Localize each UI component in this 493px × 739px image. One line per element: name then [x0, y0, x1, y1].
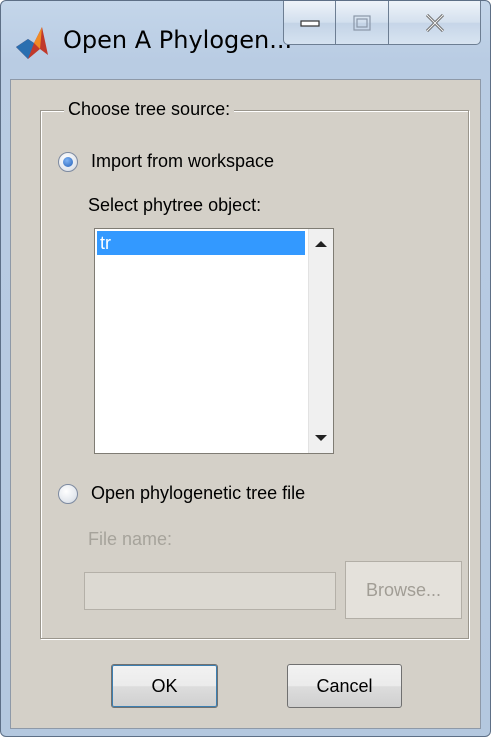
file-name-field[interactable] — [84, 572, 336, 610]
ok-button[interactable]: OK — [111, 664, 218, 708]
cancel-button[interactable]: Cancel — [287, 664, 402, 708]
list-item[interactable]: tr — [97, 231, 305, 255]
close-icon — [425, 13, 444, 32]
select-phytree-label: Select phytree object: — [88, 195, 262, 215]
title-bar[interactable]: Open A Phylogen... — [1, 1, 490, 79]
listbox-scrollbar[interactable] — [308, 229, 333, 453]
browse-button[interactable]: Browse... — [345, 561, 462, 619]
dialog-content: Choose tree source: Import from workspac… — [10, 79, 481, 729]
import-workspace-radio[interactable] — [58, 152, 78, 172]
minimize-button[interactable] — [283, 1, 336, 45]
maximize-button[interactable] — [336, 1, 389, 45]
phytree-listbox[interactable]: tr — [94, 228, 334, 454]
matlab-icon — [16, 27, 48, 59]
radio-selected-dot — [63, 157, 73, 167]
maximize-icon — [353, 14, 371, 31]
window-title: Open A Phylogen... — [63, 26, 293, 54]
close-button[interactable] — [389, 1, 481, 45]
scroll-down-icon[interactable] — [315, 435, 327, 441]
open-file-label[interactable]: Open phylogenetic tree file — [91, 483, 305, 504]
window-controls — [283, 1, 481, 46]
minimize-icon — [299, 19, 320, 27]
group-title: Choose tree source: — [64, 99, 235, 120]
import-workspace-label[interactable]: Import from workspace — [91, 151, 274, 172]
scroll-up-icon[interactable] — [315, 241, 327, 247]
file-name-label: File name: — [88, 529, 173, 549]
open-file-radio[interactable] — [58, 484, 78, 504]
dialog-window: Open A Phylogen... Choose tree source: I… — [0, 0, 491, 737]
